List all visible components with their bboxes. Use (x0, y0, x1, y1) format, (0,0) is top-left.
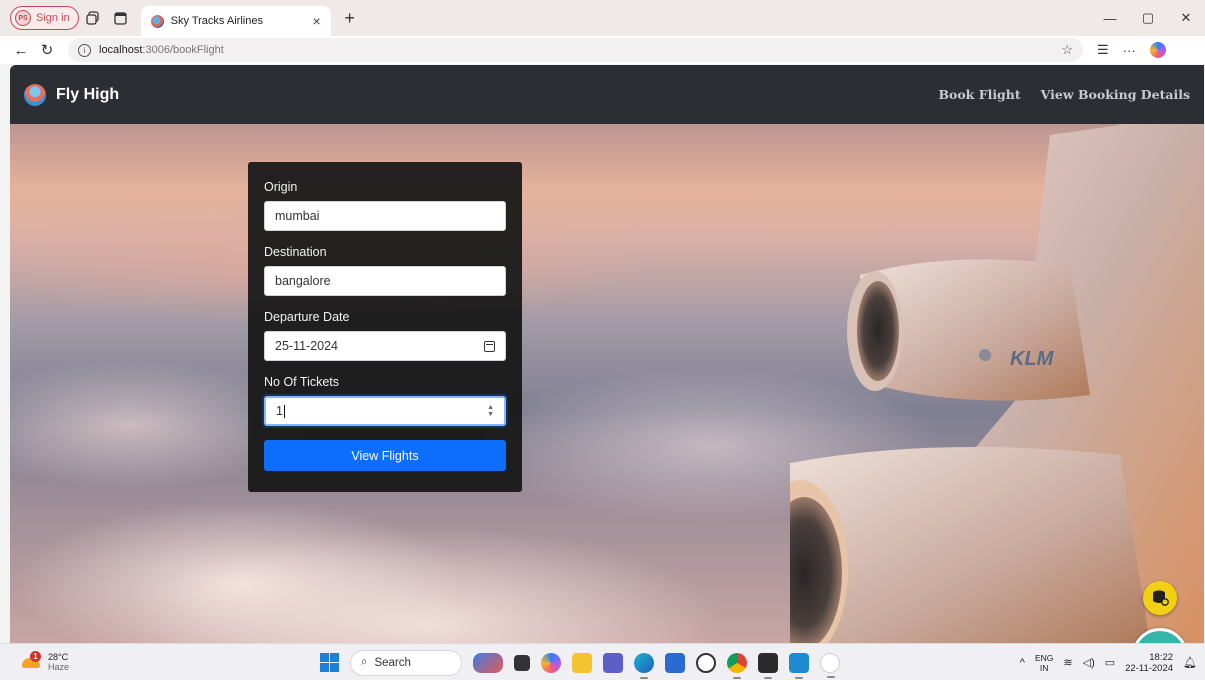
page-viewport: KLM Fly High Book Flight View Booking De… (10, 65, 1204, 643)
wifi-icon[interactable]: ≋ (1063, 656, 1072, 669)
airplane-airline-text: KLM (1010, 348, 1055, 370)
browser-address-bar: ← ↻ i localhost:3006/bookFlight ☆ ☰ ··· (0, 36, 1205, 64)
back-arrow-icon[interactable]: ← (8, 42, 34, 59)
close-window-icon[interactable]: ✕ (1167, 10, 1205, 26)
database-gear-icon[interactable] (1143, 581, 1177, 615)
refresh-icon[interactable]: ↻ (34, 41, 60, 59)
site-navbar: Fly High Book Flight View Booking Detail… (10, 65, 1204, 124)
dell-icon[interactable] (696, 652, 716, 673)
window-controls: — ▢ ✕ (1091, 0, 1205, 36)
brand-logo-icon (24, 83, 46, 106)
battery-icon[interactable]: ▭ (1105, 656, 1115, 669)
windows-taskbar: 1 28°C Haze ⌕ Search ^ ENG IN ≋ ◁) ▭ 18:… (0, 643, 1205, 680)
notifications-bell-icon[interactable]: 🔔︎ (1183, 656, 1197, 669)
tickets-number-input[interactable]: 1 ▲ ▼ (264, 396, 506, 426)
text-caret (283, 404, 285, 418)
tickets-label: No Of Tickets (264, 375, 340, 389)
destination-input[interactable]: bangalore (264, 266, 506, 296)
widgets-app-icon[interactable] (473, 652, 503, 673)
task-view-icon[interactable] (514, 654, 530, 671)
clock-time: 18:22 (1149, 651, 1174, 663)
file-explorer-icon[interactable] (572, 652, 592, 673)
calendar-icon[interactable] (484, 340, 495, 352)
origin-input[interactable]: mumbai (264, 201, 506, 231)
copilot-icon[interactable] (1149, 42, 1166, 58)
teams-icon[interactable] (603, 652, 623, 673)
copilot-taskbar-icon[interactable] (541, 652, 561, 673)
weather-widget[interactable]: 1 28°C Haze (22, 651, 70, 672)
search-icon: ⌕ (361, 656, 368, 668)
site-favicon-icon (150, 14, 164, 28)
mongodb-compass-icon[interactable] (820, 652, 840, 678)
clock-date: 22-11-2024 (1125, 662, 1174, 674)
profile-button[interactable]: PS Sign in (10, 6, 79, 30)
more-options-icon[interactable]: ··· (1123, 43, 1136, 58)
number-spinner-icon[interactable]: ▲ ▼ (487, 404, 494, 418)
url-path: :3006/bookFlight (142, 44, 224, 56)
weather-condition: Haze (48, 662, 70, 672)
workspaces-icon[interactable] (79, 4, 107, 32)
vscode-icon[interactable] (789, 652, 809, 679)
browser-tab-bar: PS Sign in Sky Tracks Airlines × + — ▢ ✕ (0, 0, 1205, 36)
favorite-star-icon[interactable]: ☆ (1061, 42, 1073, 58)
terminal-icon[interactable] (758, 652, 778, 679)
active-browser-tab[interactable]: Sky Tracks Airlines × (140, 6, 331, 36)
store-icon[interactable] (665, 652, 685, 673)
language-code: ENG (1034, 652, 1054, 663)
tab-close-icon[interactable]: × (312, 13, 320, 29)
weather-badge: 1 (30, 651, 41, 662)
origin-label: Origin (264, 180, 298, 194)
tab-actions-icon[interactable] (107, 4, 135, 32)
show-hidden-icons-icon[interactable]: ^ (1020, 657, 1025, 669)
language-region: IN (1039, 662, 1049, 673)
book-flight-form: Origin mumbai Destination bangalore Depa… (248, 162, 522, 492)
url-field[interactable]: i localhost:3006/bookFlight ☆ (68, 38, 1083, 62)
origin-value: mumbai (275, 209, 320, 223)
view-flights-button[interactable]: View Flights (264, 440, 506, 471)
system-clock[interactable]: 18:22 22-11-2024 (1125, 652, 1173, 674)
airplane-wing-illustration: KLM (790, 76, 1204, 643)
brand[interactable]: Fly High (24, 83, 120, 106)
profile-sign-in-label: Sign in (36, 12, 70, 24)
taskbar-search-label: Search (374, 656, 411, 669)
language-indicator[interactable]: ENG IN (1035, 653, 1053, 673)
tickets-value: 1 (276, 404, 283, 418)
edge-browser-icon[interactable] (634, 652, 654, 679)
departure-date-input[interactable]: 25-11-2024 (264, 331, 506, 361)
nav-link-view-booking-details[interactable]: View Booking Details (1041, 87, 1190, 102)
departure-date-value: 25-11-2024 (275, 339, 339, 353)
profile-avatar: PS (15, 10, 31, 26)
restore-icon[interactable]: ▢ (1129, 10, 1167, 26)
departure-date-label: Departure Date (264, 310, 350, 324)
temperature: 28°C (48, 652, 69, 662)
tab-title: Sky Tracks Airlines (170, 15, 263, 27)
volume-icon[interactable]: ◁) (1083, 656, 1095, 669)
site-info-icon[interactable]: i (78, 43, 91, 57)
taskbar-search[interactable]: ⌕ Search (350, 649, 462, 676)
windows-start-icon[interactable] (320, 653, 339, 672)
minimize-icon[interactable]: — (1091, 11, 1129, 26)
destination-value: bangalore (275, 274, 331, 288)
nav-link-book-flight[interactable]: Book Flight (938, 87, 1020, 102)
brand-name: Fly High (56, 85, 120, 103)
weather-haze-icon: 1 (22, 651, 42, 670)
chrome-icon[interactable] (727, 652, 747, 679)
new-tab-icon[interactable]: + (339, 8, 361, 29)
favorites-list-icon[interactable]: ☰ (1097, 42, 1109, 58)
url-host: localhost (99, 44, 143, 56)
destination-label: Destination (264, 245, 327, 259)
